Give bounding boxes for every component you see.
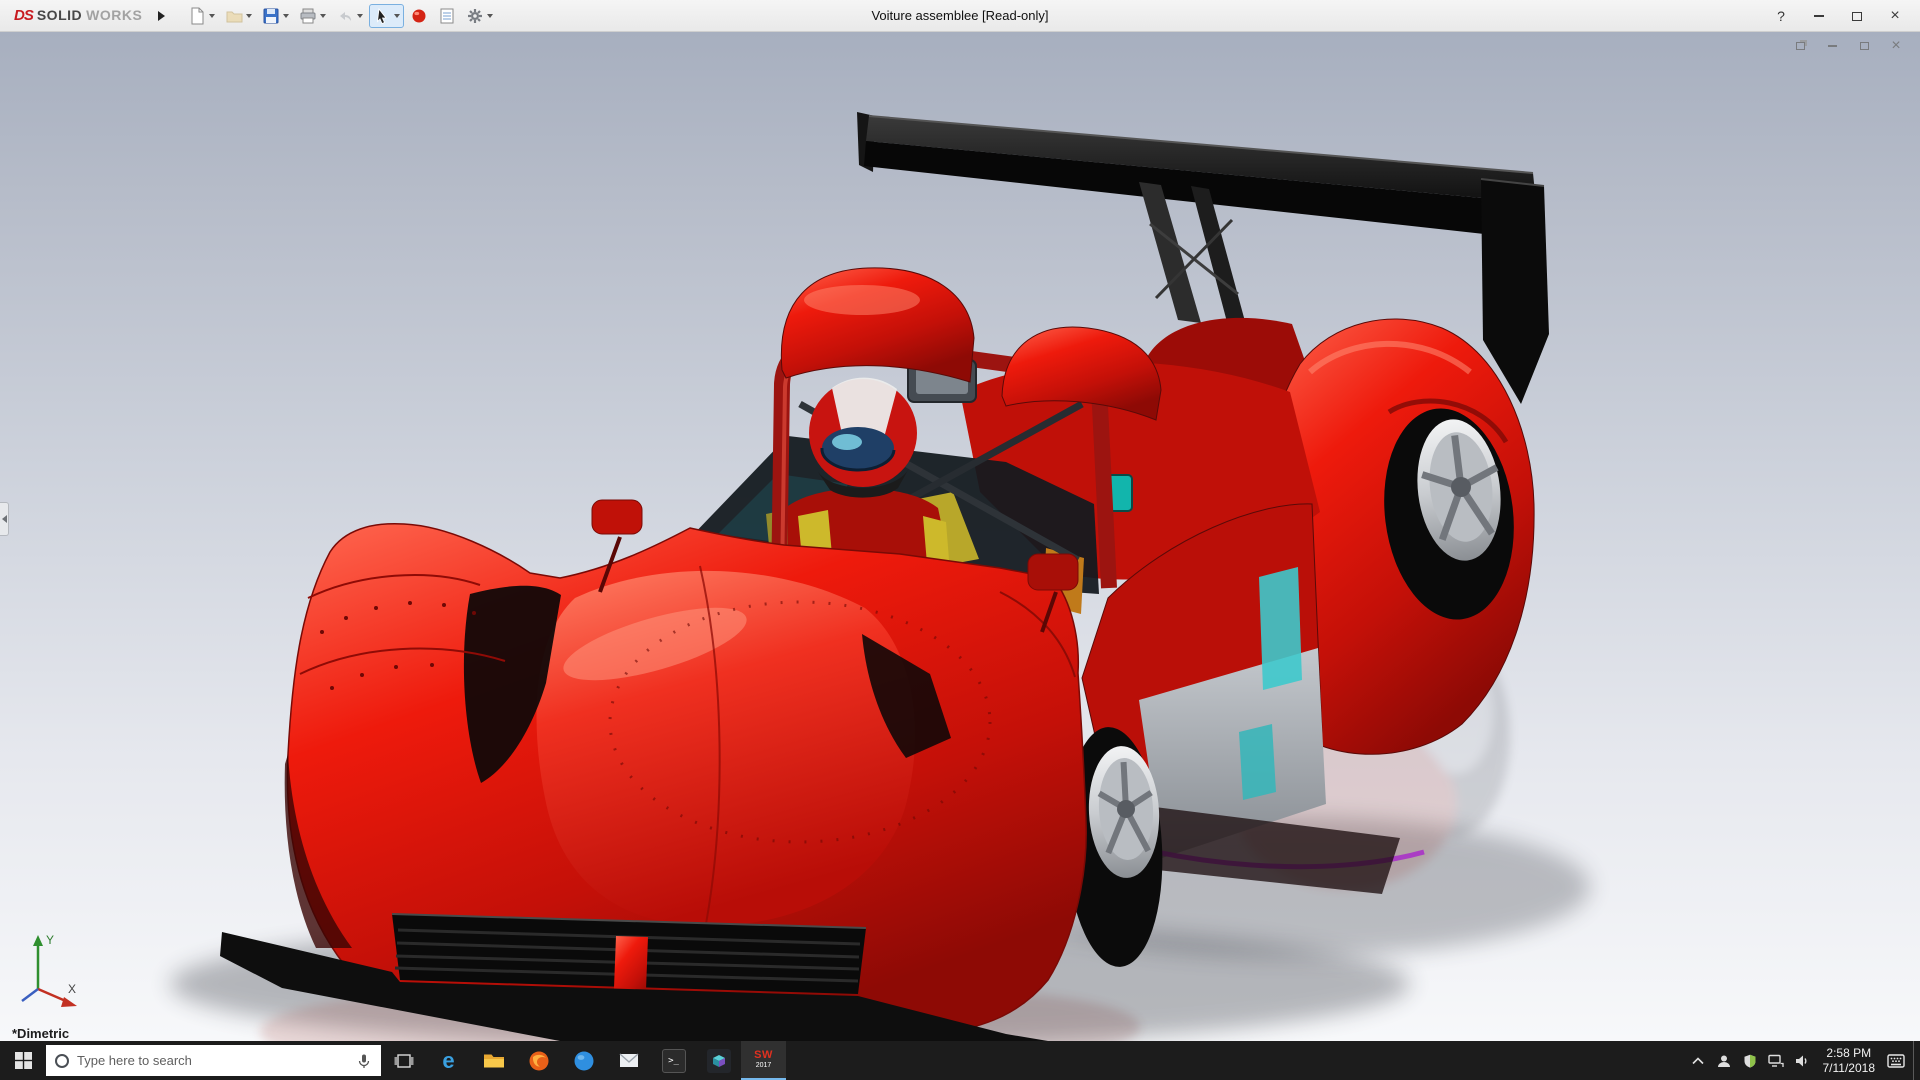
triad-x-label: X [68,982,76,996]
dropdown-caret[interactable] [320,14,326,18]
start-button[interactable] [0,1041,46,1080]
task-view-icon [394,1053,414,1069]
open-folder-icon [225,7,243,25]
firefox-icon [528,1050,550,1072]
touch-keyboard-button[interactable] [1883,1041,1909,1080]
mail-button[interactable] [606,1041,651,1080]
quick-access-toolbar [184,4,497,28]
undo-button[interactable] [332,4,367,28]
triad-y-label: Y [46,933,54,947]
taskbar-clock[interactable]: 2:58 PM 7/11/2018 [1815,1046,1884,1076]
toolbar-expand-button[interactable] [152,5,170,27]
print-icon [299,7,317,25]
search-input[interactable] [77,1053,348,1068]
window-controls: ? × [1764,0,1912,32]
maximize-icon [1852,12,1862,21]
options-button[interactable] [462,4,497,28]
view-orientation-label: *Dimetric [12,1026,69,1041]
show-desktop-button[interactable] [1913,1041,1920,1080]
solidworks-logo: DS SOLIDWORKS [0,7,152,24]
doc-maximize-icon[interactable] [1856,38,1872,54]
dropdown-caret[interactable] [487,14,493,18]
feature-panel-collapse-tab[interactable] [0,502,9,536]
orientation-triad: Y X [4,927,94,1019]
taskbar-search[interactable] [46,1045,381,1076]
new-document-button[interactable] [184,4,219,28]
appearance-icon [410,7,428,25]
collapse-arrow-icon [2,515,7,523]
skype-icon [573,1050,595,1072]
clock-time: 2:58 PM [1823,1046,1876,1061]
tray-network-button[interactable] [1763,1041,1789,1080]
tray-volume-button[interactable] [1789,1041,1815,1080]
network-icon [1768,1054,1784,1068]
task-view-button[interactable] [381,1041,426,1080]
windows-logo-icon [15,1052,32,1069]
select-cursor-icon [373,7,391,25]
dropdown-caret[interactable] [283,14,289,18]
shield-icon [1743,1054,1757,1068]
sheet-format-button[interactable] [434,4,460,28]
cortana-icon [55,1054,69,1068]
edge-button[interactable]: e [426,1041,471,1080]
brand-name-light: WORKS [86,7,142,23]
doc-close-icon[interactable]: × [1888,38,1904,54]
user-icon [1717,1054,1731,1068]
cube-app-icon [707,1049,731,1073]
select-tool-button[interactable] [369,4,404,28]
solidworks-taskbar-button[interactable]: SW 2017 [741,1041,786,1080]
dropdown-caret[interactable] [246,14,252,18]
clock-date: 7/11/2018 [1823,1061,1876,1076]
tray-expand-button[interactable] [1685,1041,1711,1080]
system-tray: 2:58 PM 7/11/2018 [1685,1041,1920,1080]
window-title: Voiture assemblee [Read-only] [871,8,1048,23]
solidworks-icon: SW 2017 [754,1050,773,1069]
help-button[interactable]: ? [1764,3,1798,29]
open-button[interactable] [221,4,256,28]
expand-arrow-icon [158,11,165,21]
options-gear-icon [466,7,484,25]
edge-icon: e [442,1050,454,1072]
dropdown-caret[interactable] [357,14,363,18]
ds-logo-icon: DS [14,7,33,24]
doc-minimize-icon[interactable] [1824,38,1840,54]
titlebar: DS SOLIDWORKS [0,0,1920,32]
doc-restore-icon[interactable] [1792,38,1808,54]
new-document-icon [188,7,206,25]
dropdown-caret[interactable] [394,14,400,18]
brand-name-bold: SOLID [37,7,82,23]
cad-viewer-button[interactable] [696,1041,741,1080]
undo-icon [336,7,354,25]
command-prompt-icon: >_ [662,1049,686,1073]
firefox-button[interactable] [516,1041,561,1080]
mail-icon [619,1053,639,1069]
close-icon: × [1890,8,1899,24]
car-model[interactable] [0,32,1920,1041]
skype-button[interactable] [561,1041,606,1080]
file-explorer-button[interactable] [471,1041,516,1080]
command-prompt-button[interactable]: >_ [651,1041,696,1080]
minimize-button[interactable] [1802,3,1836,29]
save-button[interactable] [258,4,293,28]
minimize-icon [1814,15,1824,17]
document-window-controls: × [1792,38,1904,54]
tray-user-button[interactable] [1711,1041,1737,1080]
save-icon [262,7,280,25]
touch-keyboard-icon [1887,1054,1905,1068]
volume-icon [1794,1054,1810,1068]
taskbar: e >_ SW 2017 [0,1041,1920,1080]
graphics-area[interactable]: × Y X *Dimetric [0,32,1920,1041]
print-button[interactable] [295,4,330,28]
appearance-button[interactable] [406,4,432,28]
file-explorer-icon [483,1052,505,1070]
sheet-format-icon [438,7,456,25]
close-button[interactable]: × [1878,3,1912,29]
dropdown-caret[interactable] [209,14,215,18]
chevron-up-icon [1692,1057,1704,1065]
maximize-button[interactable] [1840,3,1874,29]
tray-security-button[interactable] [1737,1041,1763,1080]
microphone-icon[interactable] [356,1053,372,1069]
